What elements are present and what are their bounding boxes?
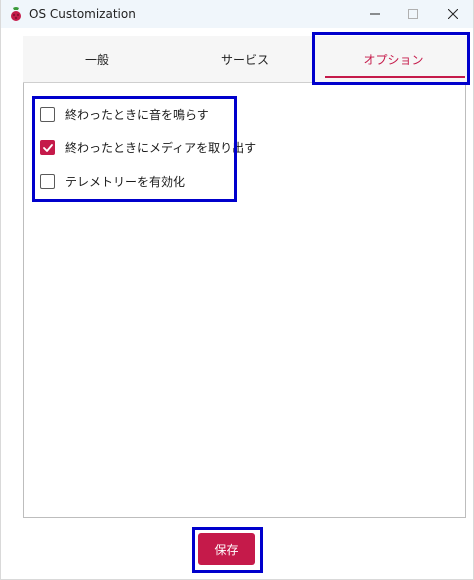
- raspberry-icon: [9, 6, 23, 22]
- option-enable-telemetry[interactable]: テレメトリーを有効化: [40, 171, 185, 191]
- maximize-icon: [408, 9, 418, 19]
- os-customization-window: OS Customization 一般 サービス オプション 終わったときに音を…: [0, 0, 474, 580]
- active-tab-indicator: [325, 76, 465, 78]
- play-sound-checkbox[interactable]: [40, 106, 55, 122]
- tab-label: サービス: [220, 52, 269, 67]
- save-button-label: 保存: [214, 542, 239, 557]
- option-eject-media[interactable]: 終わったときにメディアを取り出す: [40, 137, 256, 157]
- window-title: OS Customization: [29, 7, 136, 21]
- close-icon: [448, 9, 458, 19]
- option-label: 終わったときにメディアを取り出す: [65, 140, 257, 155]
- tab-services[interactable]: サービス: [171, 36, 319, 82]
- tab-label: オプション: [363, 52, 424, 67]
- minimize-icon: [370, 13, 380, 15]
- option-label: テレメトリーを有効化: [65, 174, 186, 189]
- save-button[interactable]: 保存: [198, 533, 255, 565]
- option-label: 終わったときに音を鳴らす: [65, 107, 209, 122]
- telemetry-checkbox[interactable]: [40, 173, 55, 189]
- tab-label: 一般: [84, 52, 109, 67]
- title-bar: OS Customization: [1, 0, 473, 28]
- tab-general[interactable]: 一般: [23, 36, 171, 82]
- close-button[interactable]: [430, 0, 474, 28]
- checkmark-icon: [43, 143, 53, 152]
- option-play-sound[interactable]: 終わったときに音を鳴らす: [40, 104, 209, 124]
- eject-media-checkbox[interactable]: [40, 139, 55, 155]
- tab-bar: 一般 サービス オプション: [23, 36, 468, 83]
